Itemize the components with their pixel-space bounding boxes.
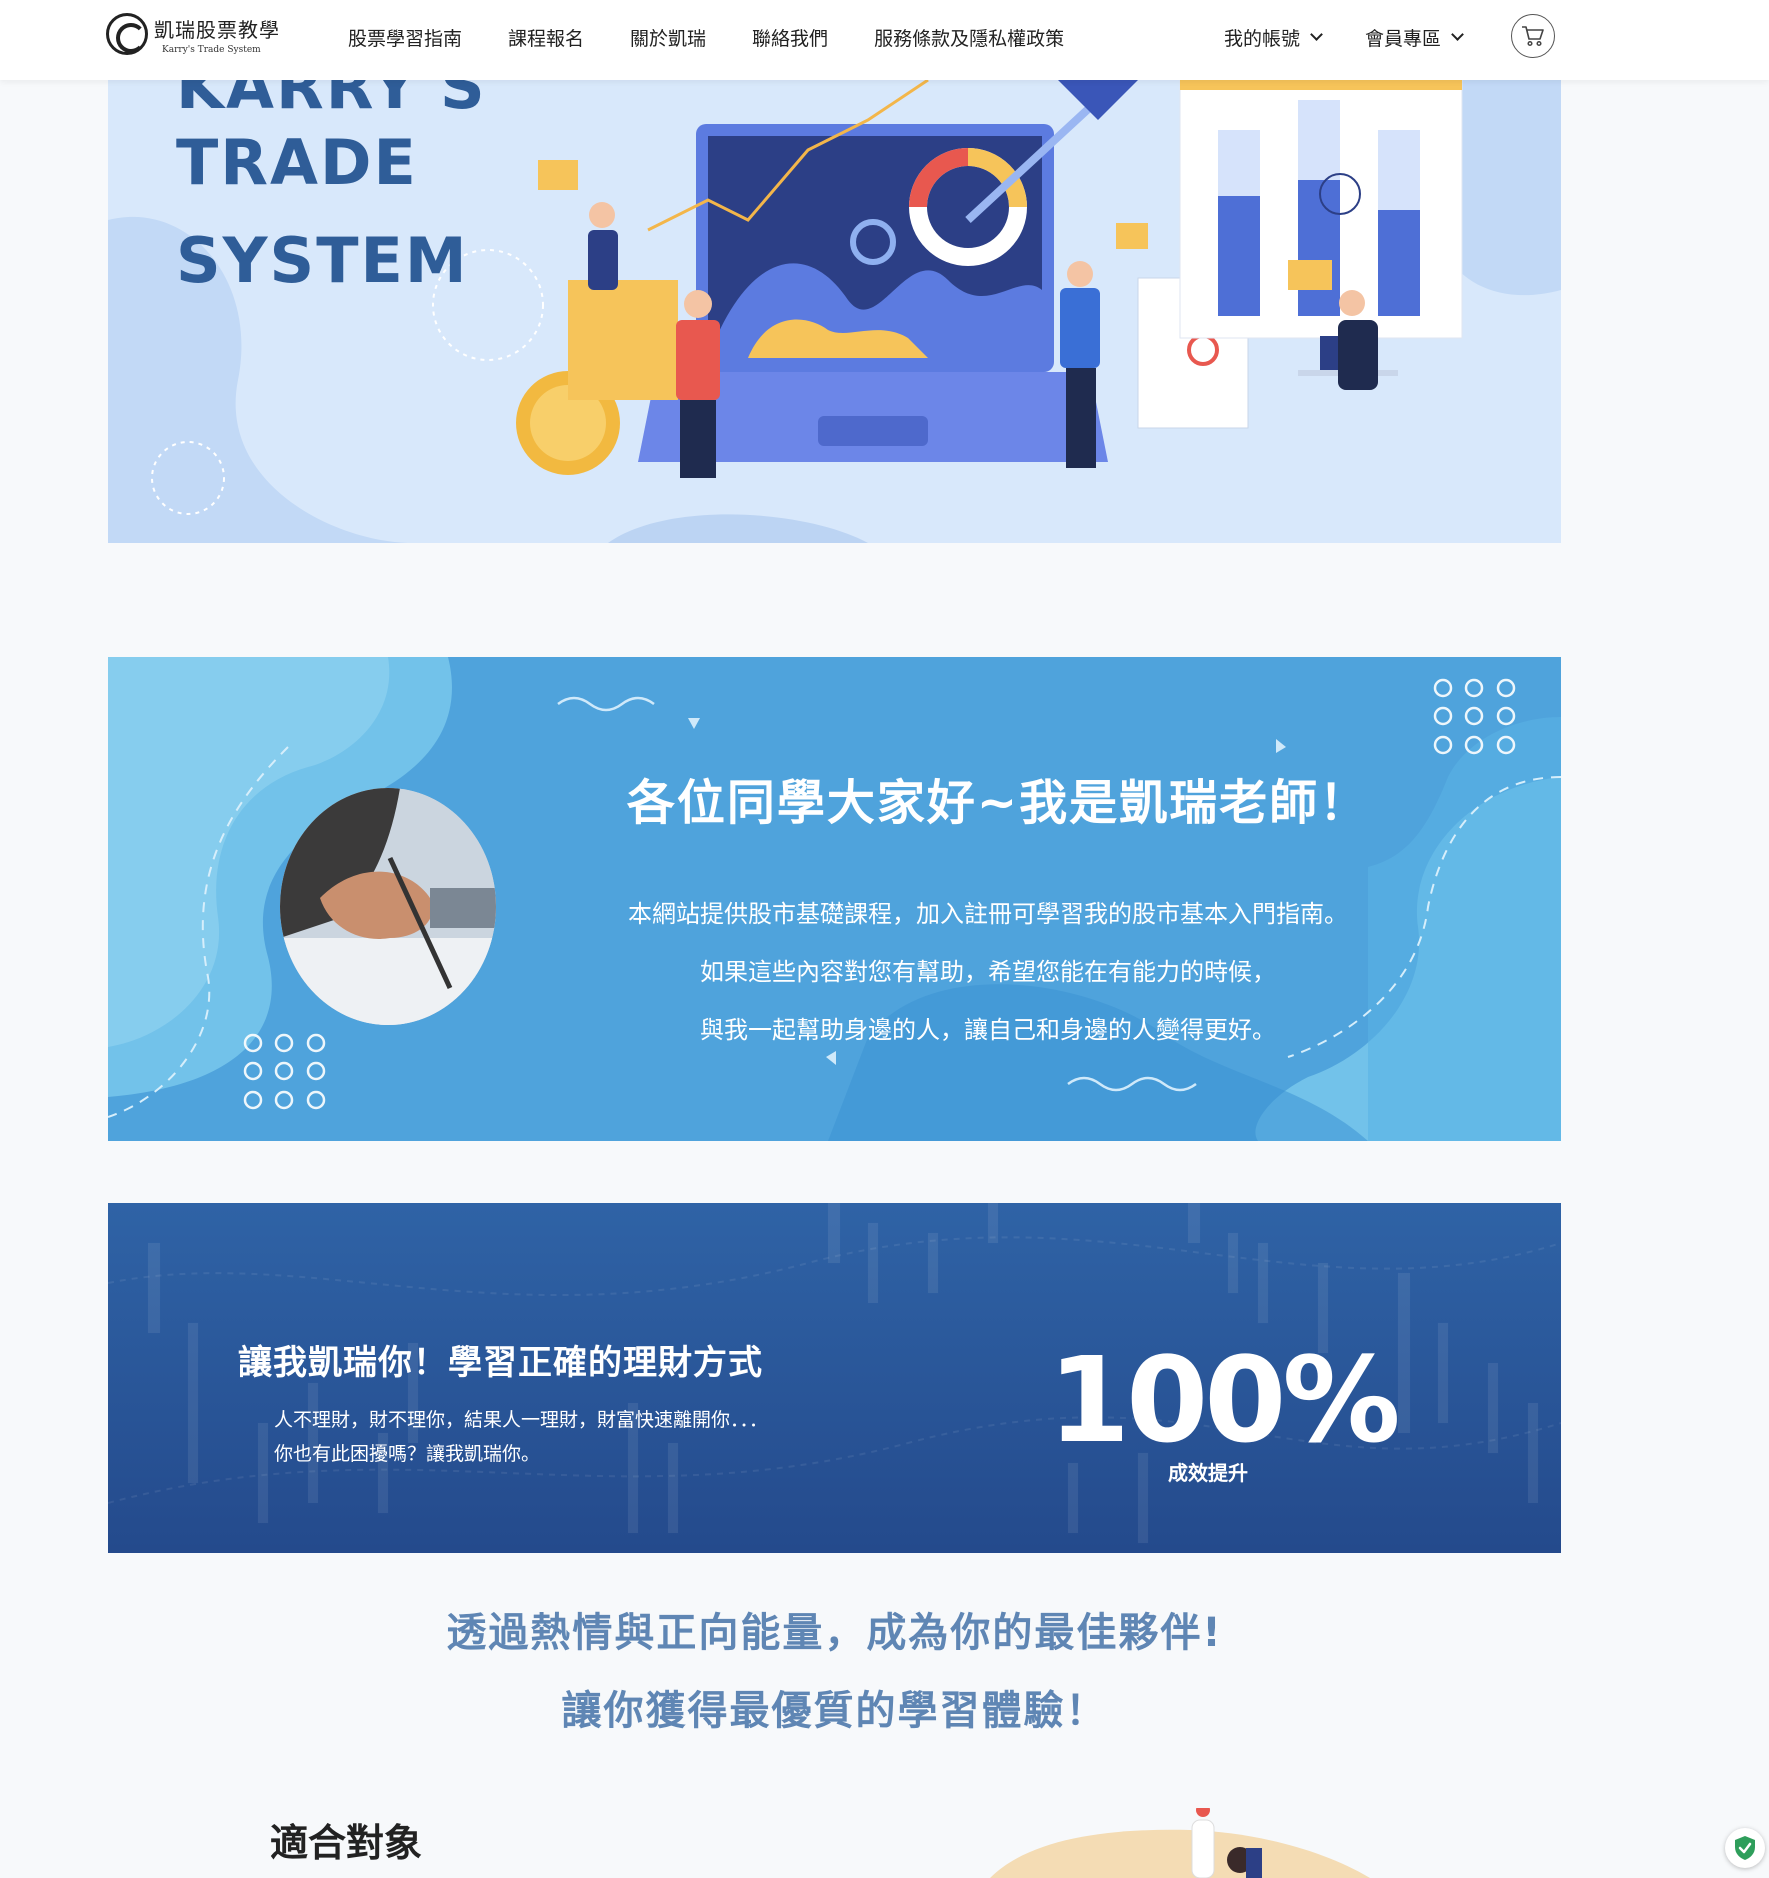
site-logo[interactable]: 凱瑞股票教學 Karry's Trade System <box>106 13 280 55</box>
hero-title-line-2: TRADE <box>176 126 418 199</box>
nav-link-stock-guide[interactable]: 股票學習指南 <box>348 24 462 51</box>
stats-text: 人不理財，財不理你，結果人一理財，財富快速離開你．．． 你也有此困擾嗎？讓我凱瑞… <box>274 1403 768 1471</box>
nav-link-about[interactable]: 關於凱瑞 <box>630 24 706 51</box>
member-area-label: 會員專區 <box>1365 28 1442 50</box>
teacher-intro-banner: 各位同學大家好~我是凱瑞老師！ 本網站提供股市基礎課程，加入註冊可學習我的股市基… <box>108 657 1561 1141</box>
cart-icon <box>1522 26 1544 47</box>
chevron-down-icon <box>1451 28 1464 41</box>
stats-banner: 讓我凱瑞你！學習正確的理財方式 人不理財，財不理你，結果人一理財，財富快速離開你… <box>108 1203 1561 1553</box>
stats-line: 人不理財，財不理你，結果人一理財，財富快速離開你．．． <box>274 1409 769 1431</box>
my-account-menu[interactable]: 我的帳號 <box>1224 24 1323 51</box>
hero-title-line-1: KARRY'S <box>176 80 487 123</box>
intro-text: 本網站提供股市基礎課程，加入註冊可學習我的股市基本入門指南。 如果這些內容對您有… <box>488 885 1488 1059</box>
nav-link-contact[interactable]: 聯絡我們 <box>752 24 828 51</box>
security-badge[interactable] <box>1725 1828 1765 1868</box>
shield-check-icon <box>1735 1836 1755 1860</box>
stats-heading: 讓我凱瑞你！學習正確的理財方式 <box>238 1343 763 1383</box>
slogan-line-1: 透過熱情與正向能量，成為你的最佳夥伴! <box>446 1610 1223 1656</box>
slogan-line-2: 讓你獲得最優質的學習體驗！ <box>561 1688 1108 1734</box>
hero-title-line-3: SYSTEM <box>176 224 469 297</box>
top-navbar: 凱瑞股票教學 Karry's Trade System 股票學習指南 課程報名 … <box>0 0 1769 80</box>
main-menu: 股票學習指南 課程報名 關於凱瑞 聯絡我們 服務條款及隱私權政策 <box>348 24 1064 51</box>
member-area-menu[interactable]: 會員專區 <box>1365 24 1464 51</box>
nav-link-course-signup[interactable]: 課程報名 <box>508 24 584 51</box>
hero-banner: KARRY'S TRADE SYSTEM <box>108 80 1561 543</box>
my-account-label: 我的帳號 <box>1224 28 1301 50</box>
chevron-down-icon <box>1310 28 1323 41</box>
cart-button[interactable] <box>1511 14 1555 58</box>
stats-caption: 成效提升 <box>1168 1461 1248 1485</box>
stats-line: 你也有此困擾嗎？讓我凱瑞你。 <box>274 1443 541 1465</box>
intro-line: 與我一起幫助身邊的人，讓自己和身邊的人變得更好。 <box>700 1016 1276 1044</box>
teacher-photo <box>280 788 496 1025</box>
logo-title: 凱瑞股票教學 <box>154 17 280 42</box>
nav-link-terms-privacy[interactable]: 服務條款及隱私權政策 <box>874 24 1064 51</box>
intro-line: 本網站提供股市基礎課程，加入註冊可學習我的股市基本入門指南。 <box>628 900 1348 928</box>
intro-line: 如果這些內容對您有幫助，希望您能在有能力的時候， <box>700 958 1276 986</box>
stats-number: 100% <box>1048 1331 1401 1469</box>
target-illustration <box>990 1808 1370 1878</box>
intro-heading: 各位同學大家好~我是凱瑞老師！ <box>626 775 1370 831</box>
logo-icon <box>106 13 148 55</box>
target-audience-heading: 適合對象 <box>270 1821 423 1865</box>
logo-subtitle: Karry's Trade System <box>162 44 261 55</box>
